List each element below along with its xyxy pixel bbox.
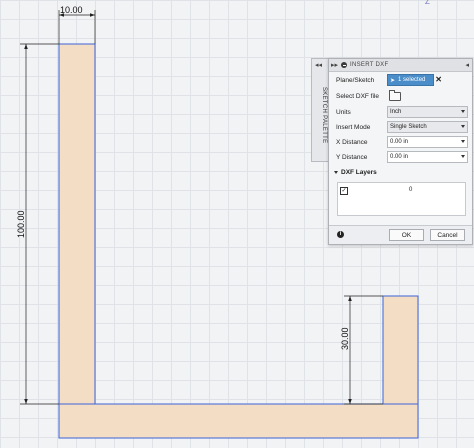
info-icon[interactable]: i: [337, 231, 344, 238]
close-icon[interactable]: ✕: [435, 75, 442, 84]
insert-mode-value: Single Sketch: [390, 124, 427, 130]
units-label: Units: [336, 108, 351, 116]
ok-button[interactable]: OK: [389, 229, 424, 241]
row-y-distance: Y Distance 0.00 in: [336, 151, 468, 163]
units-select[interactable]: Inch: [387, 106, 468, 118]
layer-checkbox[interactable]: ✓: [340, 187, 348, 195]
x-distance-value: 0.00 in: [390, 139, 409, 145]
layer-name: 0: [409, 187, 413, 193]
insert-mode-label: Insert Mode: [336, 123, 371, 131]
dialog-minus-icon[interactable]: [341, 62, 347, 68]
dimension-left-text: 100.00: [16, 210, 26, 238]
row-plane-sketch: Plane/Sketch ➤ 1 selected ✕: [336, 74, 468, 86]
insert-dxf-dialog: ▸▸ INSERT DXF ◂ Plane/Sketch ➤ 1 selecte…: [328, 58, 473, 245]
chevron-down-icon: [461, 110, 465, 113]
plane-select-button[interactable]: ➤ 1 selected ✕: [387, 74, 442, 86]
units-value: Inch: [390, 109, 402, 115]
cancel-button[interactable]: Cancel: [430, 229, 465, 241]
row-x-distance: X Distance 0.00 in: [336, 136, 468, 148]
dxf-layers-list: ✓ 0: [337, 182, 466, 216]
dialog-expand-icon[interactable]: ◂: [465, 61, 469, 69]
y-distance-input[interactable]: 0.00 in: [387, 151, 468, 163]
select-dxf-label: Select DXF file: [336, 92, 379, 100]
x-distance-label: X Distance: [336, 138, 368, 146]
sketch-palette-tab[interactable]: ◂◂ SKETCH PALETTE: [311, 58, 328, 162]
dimension-top-width[interactable]: 10.00: [58, 5, 96, 44]
cursor-icon: ➤: [390, 77, 396, 84]
dimension-right-height[interactable]: 30.00: [340, 295, 383, 405]
sketch-palette-label: SKETCH PALETTE: [321, 86, 327, 144]
dialog-header: ▸▸ INSERT DXF ◂: [329, 59, 472, 72]
row-insert-mode: Insert Mode Single Sketch: [336, 121, 468, 133]
dialog-collapse-icon[interactable]: ▸▸: [331, 61, 339, 69]
row-select-dxf: Select DXF file: [336, 89, 468, 102]
y-distance-value: 0.00 in: [390, 154, 409, 160]
bottom-horizontal-bar[interactable]: [58, 403, 419, 439]
dimension-left-height[interactable]: 100.00: [16, 43, 59, 405]
dialog-footer: i OK Cancel: [329, 225, 472, 244]
dxf-layers-title: DXF Layers: [341, 169, 377, 176]
insert-mode-select[interactable]: Single Sketch: [387, 121, 468, 133]
left-vertical-bar[interactable]: [58, 43, 96, 405]
dimension-top-text: 10.00: [60, 5, 83, 15]
row-units: Units Inch: [336, 106, 468, 118]
plane-sketch-label: Plane/Sketch: [336, 76, 375, 84]
plane-select-value: 1 selected: [398, 77, 426, 83]
y-distance-label: Y Distance: [336, 153, 368, 161]
palette-collapse-icon[interactable]: ◂◂: [315, 61, 322, 69]
chevron-down-icon: [334, 171, 338, 174]
chevron-down-icon[interactable]: [461, 155, 465, 158]
dialog-title: INSERT DXF: [350, 62, 389, 68]
x-distance-input[interactable]: 0.00 in: [387, 136, 468, 148]
dimension-right-text: 30.00: [340, 327, 350, 350]
right-vertical-bar[interactable]: [382, 295, 419, 405]
chevron-down-icon[interactable]: [461, 140, 465, 143]
chevron-down-icon: [461, 125, 465, 128]
dxf-layers-header[interactable]: DXF Layers: [334, 169, 377, 176]
folder-open-icon[interactable]: [389, 89, 401, 101]
